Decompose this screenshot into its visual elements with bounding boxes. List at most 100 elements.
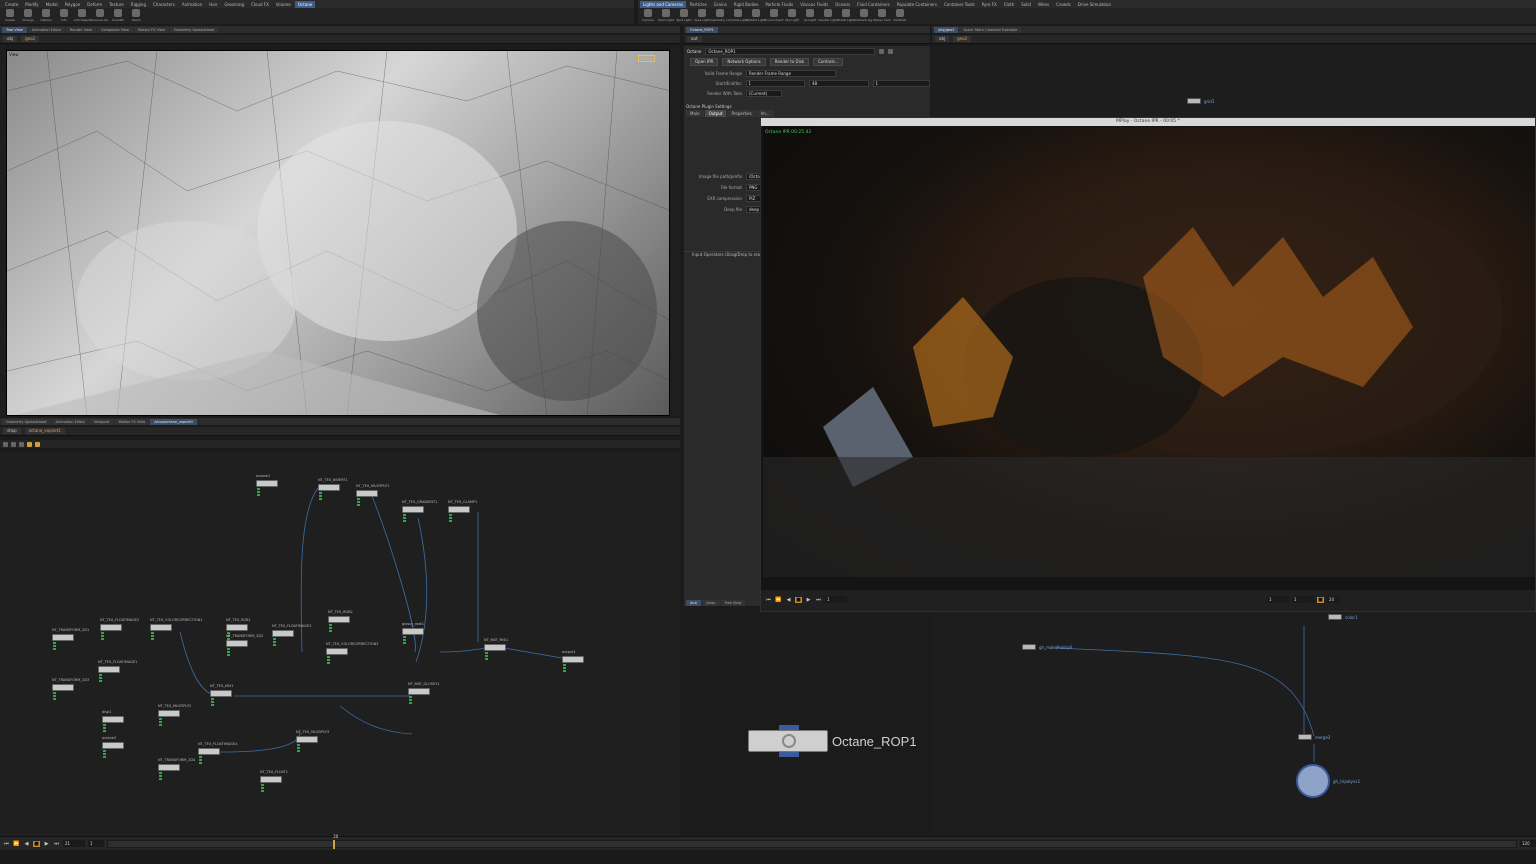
input-port[interactable] [403, 639, 406, 641]
shelf-tab[interactable]: Rigid Bodies [731, 1, 762, 8]
input-port[interactable] [485, 658, 488, 660]
shelf-tool[interactable]: Spot Light [676, 9, 692, 22]
stop-icon[interactable]: ■ [33, 840, 40, 847]
lock-icon[interactable]: ■ [1317, 596, 1324, 603]
pane-tab[interactable]: Octane_ROP1 [686, 26, 718, 33]
shelf-tab[interactable]: Animation [179, 1, 205, 8]
vop-node[interactable]: NT_TEX_FLOATIMAGE1 [98, 660, 137, 682]
shelf-tab[interactable]: Fluid Containers [854, 1, 893, 8]
input-port[interactable] [159, 721, 162, 723]
input-port[interactable] [257, 488, 260, 490]
input-port[interactable] [151, 638, 154, 640]
pane-tab[interactable]: Composite View [96, 26, 134, 33]
play-icon[interactable]: ▶ [43, 841, 50, 847]
input-port[interactable] [357, 501, 360, 503]
vop-node[interactable]: disp1 [102, 710, 124, 732]
step-back-icon[interactable]: ⏪ [13, 841, 20, 847]
shelf-tab[interactable]: Wires [1035, 1, 1052, 8]
shelf-tool[interactable]: Options [39, 9, 53, 22]
pane-tab[interactable]: Motion FX View [114, 418, 150, 425]
shelf-tab[interactable]: Particle Fluids [762, 1, 796, 8]
vop-node[interactable]: octane1 [256, 474, 278, 496]
shelf-tool[interactable]: Sky Light [785, 9, 799, 22]
input-port[interactable] [159, 772, 162, 774]
mplay-range-start[interactable]: 1 [1267, 596, 1289, 603]
vop-node[interactable]: NT_TEX_MULTIPLY3 [296, 730, 329, 752]
input-port[interactable] [99, 677, 102, 679]
input-port[interactable] [329, 624, 332, 626]
vop-network-editor[interactable]: octane1 NT_TEX_INVERT1 NT_TEX_MULTIPLY1 NT_… [0, 452, 680, 836]
input-port[interactable] [409, 702, 412, 704]
input-port[interactable] [151, 635, 154, 637]
shelf-tab[interactable]: Hair [206, 1, 220, 8]
input-port[interactable] [449, 517, 452, 519]
timeline-bar[interactable]: 20 [107, 834, 1517, 849]
input-port[interactable] [329, 627, 332, 629]
shelf-tab[interactable]: Crowds [1053, 1, 1074, 8]
shelf-tab[interactable]: Characters [150, 1, 178, 8]
input-port[interactable] [409, 696, 412, 698]
input-port[interactable] [53, 648, 56, 650]
pane-tab[interactable]: /out [686, 599, 701, 606]
sticky-icon[interactable] [35, 441, 40, 447]
mplay-fps[interactable]: 24 [1327, 596, 1339, 603]
input-port[interactable] [403, 514, 406, 516]
shelf-tab[interactable]: Cloth [1001, 1, 1017, 8]
input-port[interactable] [357, 498, 360, 500]
input-port[interactable] [357, 504, 360, 506]
skip-start-icon[interactable]: ⏮ [3, 841, 10, 847]
shelf-tab[interactable]: Volume [273, 1, 294, 8]
obj-node-makepointy[interactable]: gh_makePointy8 [1022, 644, 1072, 650]
input-port[interactable] [563, 667, 566, 669]
shelf-tab[interactable]: Lights and Cameras [640, 0, 686, 8]
list-icon[interactable] [3, 441, 8, 447]
shelf-tool[interactable]: Caustic Light [818, 9, 838, 22]
input-port[interactable] [485, 652, 488, 654]
shelf-tool[interactable]: Create [3, 9, 17, 22]
input-port[interactable] [485, 655, 488, 657]
node-name-field[interactable]: Octane_ROP1 [705, 47, 876, 55]
input-port[interactable] [329, 630, 332, 632]
pane-tab[interactable]: /shop [701, 599, 720, 606]
path-segment-node[interactable]: octane_vopnet1 [24, 428, 65, 434]
input-port[interactable] [103, 727, 106, 729]
vop-node[interactable]: NT_TEX_RGB2 [328, 610, 353, 632]
vop-node[interactable]: NT_TEX_CLAMP1 [448, 500, 477, 522]
rop-button[interactable]: Network Options [722, 58, 766, 66]
pane-tab[interactable]: /obj/geo2 [934, 26, 959, 33]
input-port[interactable] [227, 651, 230, 653]
step-back-icon[interactable]: ⏪ [775, 597, 782, 603]
path-segment-network[interactable]: shop [3, 428, 21, 434]
path-segment-node[interactable]: geo2 [953, 36, 972, 42]
shelf-tab[interactable]: Grooming [221, 1, 247, 8]
input-port[interactable] [261, 784, 264, 786]
input-port[interactable] [211, 701, 214, 703]
play-reverse-icon[interactable]: ◀ [785, 597, 792, 603]
input-port[interactable] [257, 491, 260, 493]
shelf-tab[interactable]: Populate Containers [894, 1, 940, 8]
start-frame-field[interactable]: 1 [745, 79, 806, 87]
help-icon[interactable] [888, 48, 894, 54]
play-reverse-icon[interactable]: ◀ [23, 841, 30, 847]
shelf-tool[interactable]: Ambient Lig.. [854, 9, 874, 22]
shelf-tool[interactable]: Cook2D [111, 9, 125, 22]
pane-tab[interactable]: Tree View [2, 26, 27, 33]
shelf-tab[interactable]: Container Tools [941, 1, 978, 8]
input-port[interactable] [99, 674, 102, 676]
input-port[interactable] [257, 494, 260, 496]
vop-node[interactable]: NT_TEX_INVERT1 [318, 478, 348, 500]
shelf-tool[interactable]: GI Light [803, 9, 817, 22]
shelf-tab[interactable]: Grains [711, 1, 730, 8]
input-port[interactable] [53, 695, 56, 697]
3d-viewport[interactable]: View Persp [6, 50, 670, 416]
input-port[interactable] [159, 775, 162, 777]
pane-tab[interactable]: Viewport [89, 418, 114, 425]
vop-node[interactable]: NT_TRANSFORM_2D2 [226, 634, 263, 656]
input-port[interactable] [199, 759, 202, 761]
input-port[interactable] [159, 724, 162, 726]
pane-tab[interactable]: Animation Editor [51, 418, 89, 425]
vop-node[interactable]: glossy_mat1 [402, 622, 424, 644]
path-segment-network[interactable]: out [687, 36, 702, 42]
shelf-tool[interactable]: Point Light [658, 9, 674, 22]
input-port[interactable] [159, 718, 162, 720]
